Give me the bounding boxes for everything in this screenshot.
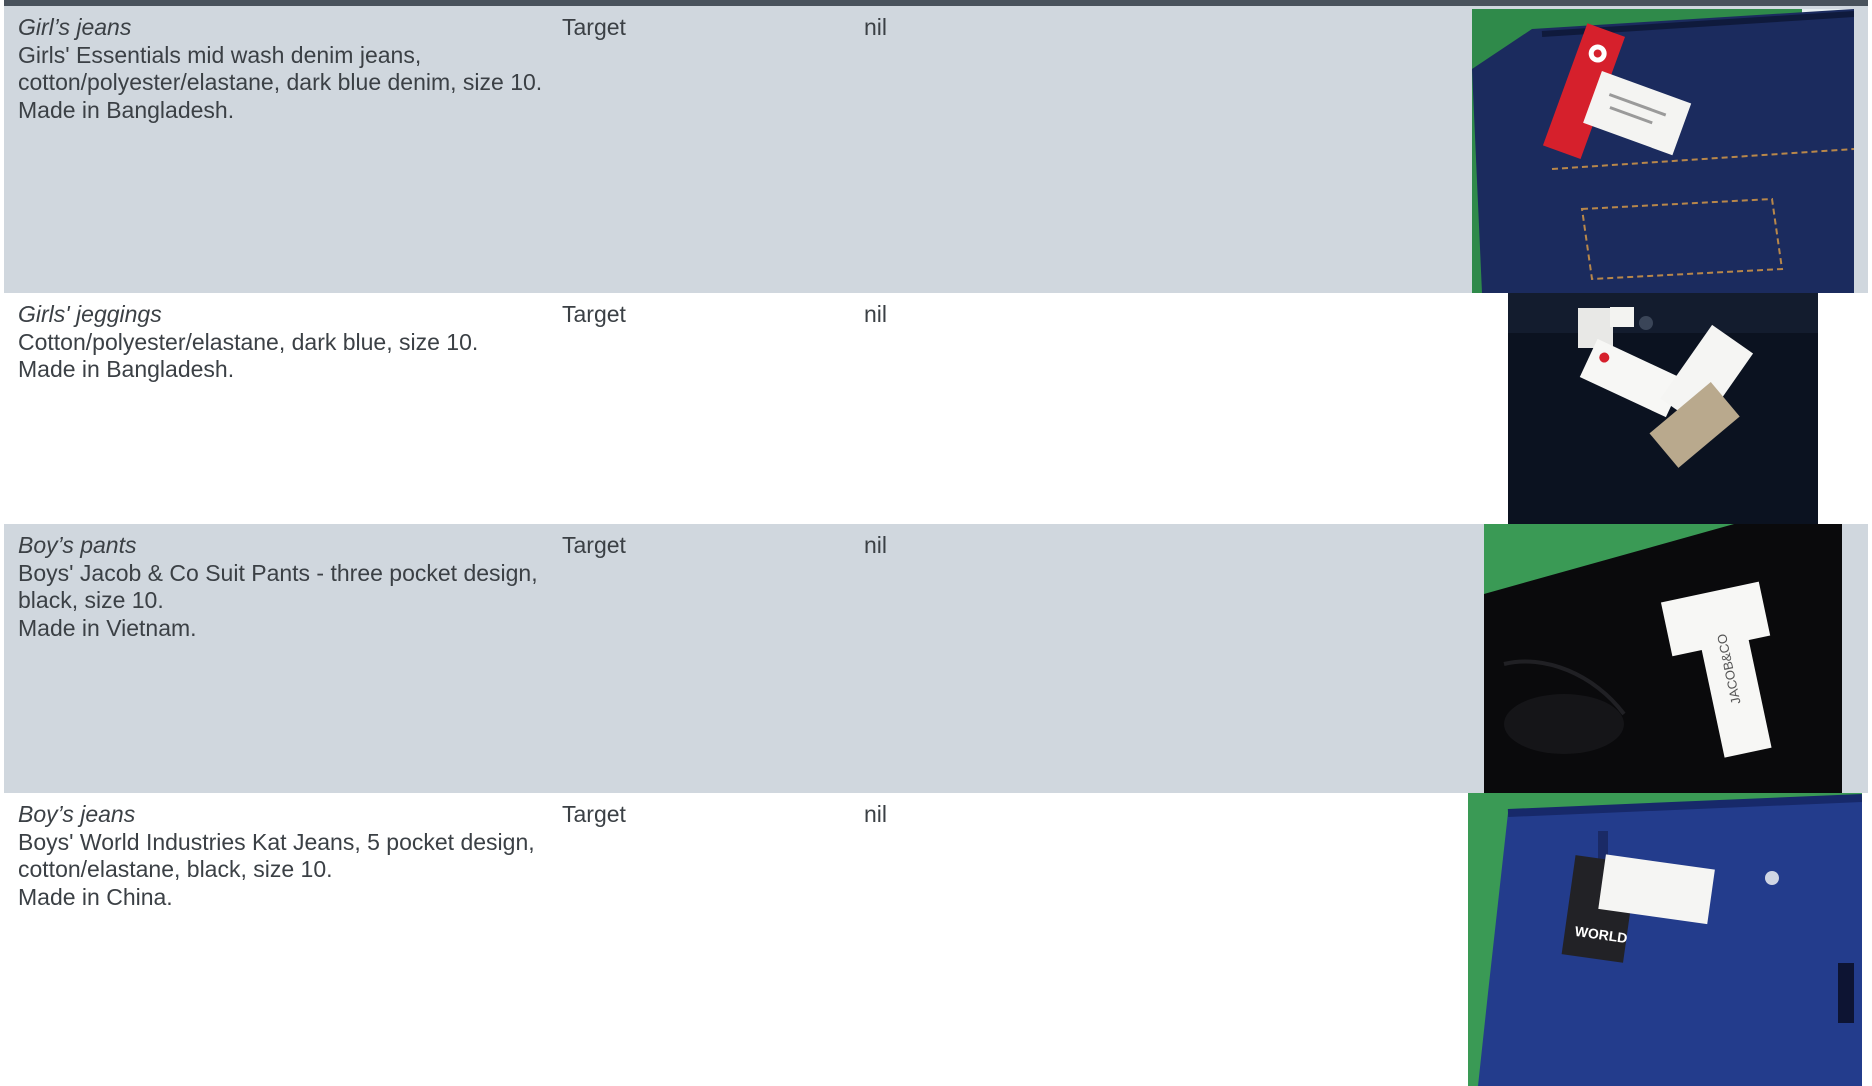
status-cell: nil xyxy=(864,301,888,327)
item-name: Boy’s pants xyxy=(18,532,137,558)
table-row: Boy’s jeans Boys' World Industries Kat J… xyxy=(4,793,1868,1086)
item-description-cell: Boy’s pants Boys' Jacob & Co Suit Pants … xyxy=(18,532,558,642)
item-description: Boys' World Industries Kat Jeans, 5 pock… xyxy=(18,828,535,883)
item-description: Girls' Essentials mid wash denim jeans, … xyxy=(18,41,543,96)
table-row: Girls' jeggings Cotton/polyester/elastan… xyxy=(4,293,1868,524)
item-origin: Made in Vietnam. xyxy=(18,614,197,641)
item-name: Girls' jeggings xyxy=(18,301,162,327)
girls-jeans-photo xyxy=(1472,9,1854,293)
item-origin: Made in China. xyxy=(18,883,173,910)
item-description-cell: Girls' jeggings Cotton/polyester/elastan… xyxy=(18,301,558,384)
item-name: Boy’s jeans xyxy=(18,801,136,827)
status-cell: nil xyxy=(864,801,888,827)
item-origin: Made in Bangladesh. xyxy=(18,96,235,123)
status-cell: nil xyxy=(864,532,888,558)
girls-jeggings-photo xyxy=(1508,293,1818,524)
product-photo xyxy=(1472,9,1854,293)
item-description-cell: Boy’s jeans Boys' World Industries Kat J… xyxy=(18,801,558,911)
boys-pants-photo: JACOB&CO xyxy=(1484,524,1842,793)
item-description-cell: Girl’s jeans Girls' Essentials mid wash … xyxy=(18,14,558,124)
product-photo xyxy=(1508,293,1818,524)
item-description: Cotton/polyester/elastane, dark blue, si… xyxy=(18,328,479,355)
store-cell: Target xyxy=(562,301,626,327)
item-name: Girl’s jeans xyxy=(18,14,132,40)
item-description: Boys' Jacob & Co Suit Pants - three pock… xyxy=(18,559,538,614)
product-photo: JACOB&CO xyxy=(1484,524,1842,793)
table-row: Boy’s pants Boys' Jacob & Co Suit Pants … xyxy=(4,524,1868,793)
store-cell: Target xyxy=(562,14,626,40)
item-origin: Made in Bangladesh. xyxy=(18,356,235,382)
product-photo: WORLD xyxy=(1468,793,1862,1086)
table-row: Girl’s jeans Girls' Essentials mid wash … xyxy=(4,6,1868,293)
boys-jeans-photo: WORLD xyxy=(1468,793,1862,1086)
store-cell: Target xyxy=(562,801,626,827)
status-cell: nil xyxy=(864,14,888,40)
product-table: Girl’s jeans Girls' Essentials mid wash … xyxy=(4,0,1868,1086)
store-cell: Target xyxy=(562,532,626,558)
